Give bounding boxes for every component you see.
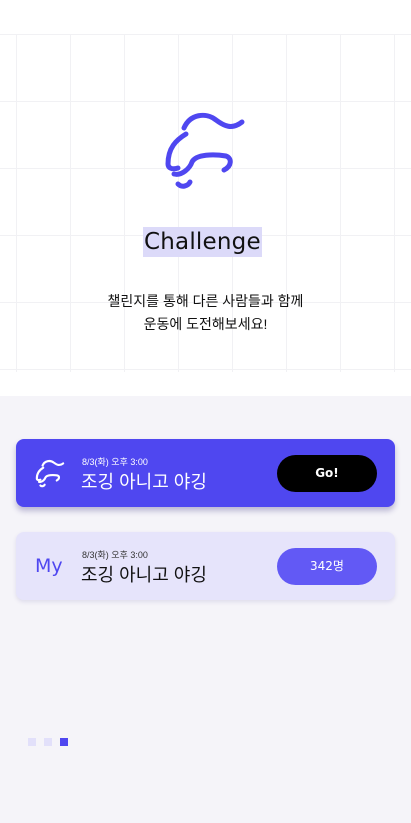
page-dot-active[interactable]: [60, 738, 68, 746]
page-dot[interactable]: [28, 738, 36, 746]
page-title: Challenge: [143, 227, 262, 257]
go-button[interactable]: Go!: [277, 455, 377, 492]
my-label: My: [35, 555, 63, 577]
subtitle-line-1: 챌린지를 통해 다른 사람들과 함께: [107, 293, 304, 309]
subtitle-line-2: 운동에 도전해보세요!: [143, 316, 268, 332]
hero-section: Challenge 챌린지를 통해 다른 사람들과 함께 운동에 도전해보세요!: [0, 0, 411, 396]
participant-count-badge[interactable]: 342명: [277, 548, 377, 585]
page-subtitle: 챌린지를 통해 다른 사람들과 함께 운동에 도전해보세요!: [0, 290, 411, 336]
challenge-datetime: 8/3(화) 오후 3:00: [82, 550, 148, 560]
page-dot[interactable]: [44, 738, 52, 746]
challenge-logo-icon: [35, 459, 65, 488]
challenge-logo-icon: [165, 112, 245, 189]
challenge-card[interactable]: 8/3(화) 오후 3:00 조깅 아니고 야깅 Go!: [16, 439, 395, 507]
challenge-datetime: 8/3(화) 오후 3:00: [82, 457, 148, 467]
my-challenge-card[interactable]: My 8/3(화) 오후 3:00 조깅 아니고 야깅 342명: [16, 532, 395, 600]
challenge-name: 조깅 아니고 야깅: [81, 472, 207, 492]
challenge-name: 조깅 아니고 야깅: [81, 565, 207, 585]
